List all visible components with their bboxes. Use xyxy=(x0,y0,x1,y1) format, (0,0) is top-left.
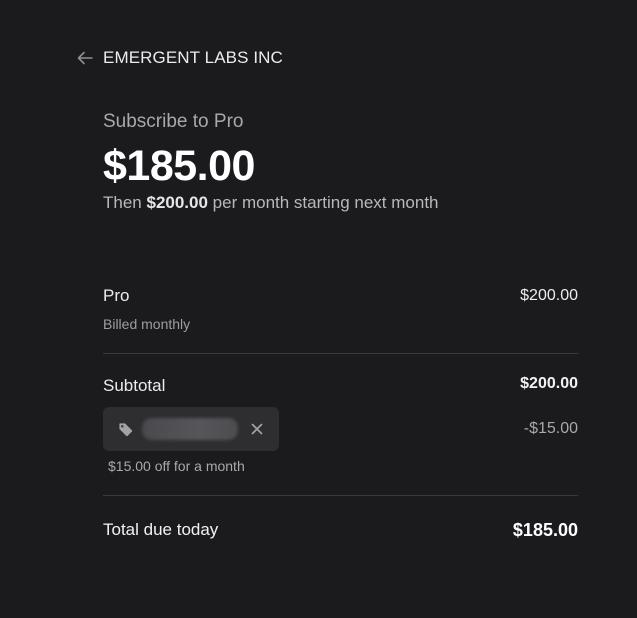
line-item-billing: Billed monthly xyxy=(103,316,191,332)
divider xyxy=(103,353,578,354)
renewal-suffix: per month starting next month xyxy=(207,193,439,212)
amount-due-heading: $185.00 xyxy=(103,142,255,190)
close-icon xyxy=(251,423,263,435)
subscription-summary: Subscribe to Pro $185.00 Then $200.00 pe… xyxy=(103,110,439,214)
renewal-prefix: Then xyxy=(103,193,147,212)
promo-code-redacted xyxy=(142,418,238,440)
remove-promo-button[interactable] xyxy=(249,421,265,437)
total-amount: $185.00 xyxy=(512,520,578,540)
discount-amount: -$15.00 xyxy=(523,420,578,437)
line-item-details: Pro Billed monthly xyxy=(103,285,190,333)
line-item-amount: $200.00 xyxy=(520,287,578,304)
promo-row: -$15.00 xyxy=(103,407,578,451)
subtotal-amount: $200.00 xyxy=(520,375,578,392)
subtotal-row: Subtotal $200.00 xyxy=(103,375,578,397)
plan-title: Subscribe to Pro xyxy=(103,111,244,132)
line-item-name: Pro xyxy=(103,286,130,305)
merchant-name[interactable]: EMERGENT LABS INC xyxy=(103,48,283,68)
arrow-left-icon xyxy=(77,51,93,65)
promo-code-chip[interactable] xyxy=(103,407,279,451)
divider xyxy=(103,495,578,496)
order-lines: Pro Billed monthly $200.00 Subtotal $200… xyxy=(103,285,578,541)
promo-description: $15.00 off for a month xyxy=(108,458,245,474)
header: EMERGENT LABS INC xyxy=(76,46,283,70)
line-item-pro: Pro Billed monthly $200.00 xyxy=(103,285,578,333)
total-row: Total due today $185.00 xyxy=(103,520,578,541)
total-label: Total due today xyxy=(103,520,219,539)
renewal-note: Then $200.00 per month starting next mon… xyxy=(103,192,439,214)
back-button[interactable] xyxy=(76,49,94,67)
renewal-amount: $200.00 xyxy=(146,193,208,212)
tag-icon xyxy=(118,421,134,437)
subtotal-label: Subtotal xyxy=(103,376,166,395)
